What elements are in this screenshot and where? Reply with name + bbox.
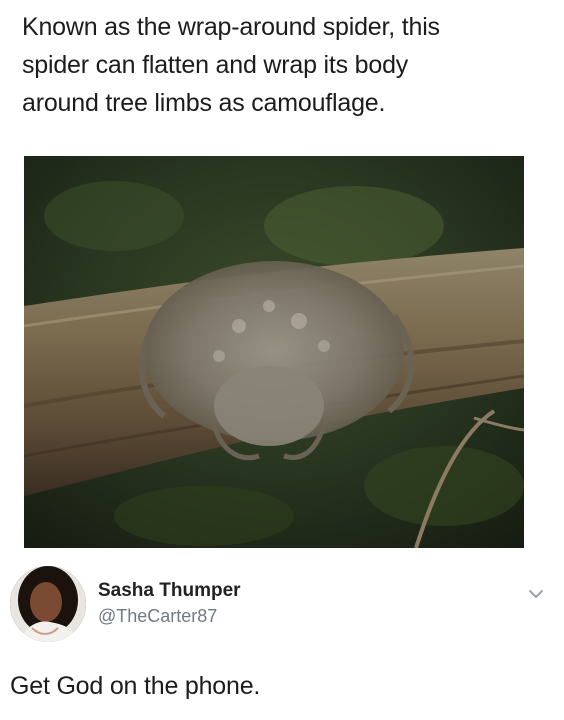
spider-photo bbox=[24, 156, 524, 548]
tweet-text: Get God on the phone. bbox=[10, 672, 261, 700]
caption-line-2: spider can flatten and wrap its body bbox=[22, 51, 409, 79]
spider-on-branch-image bbox=[24, 156, 524, 548]
caption-line-1: Known as the wrap-around spider, this bbox=[22, 13, 440, 41]
meme-caption: Known as the wrap-around spider, this sp… bbox=[22, 8, 542, 122]
avatar[interactable] bbox=[10, 566, 86, 642]
author-name[interactable]: Sasha Thumper bbox=[98, 580, 241, 602]
user-avatar-icon bbox=[10, 566, 86, 642]
tweet-header: Sasha Thumper @TheCarter87 bbox=[0, 560, 564, 650]
author-handle[interactable]: @TheCarter87 bbox=[98, 606, 217, 627]
caption-line-3: around tree limbs as camouflage. bbox=[22, 89, 386, 117]
chevron-down-icon[interactable] bbox=[526, 584, 546, 604]
